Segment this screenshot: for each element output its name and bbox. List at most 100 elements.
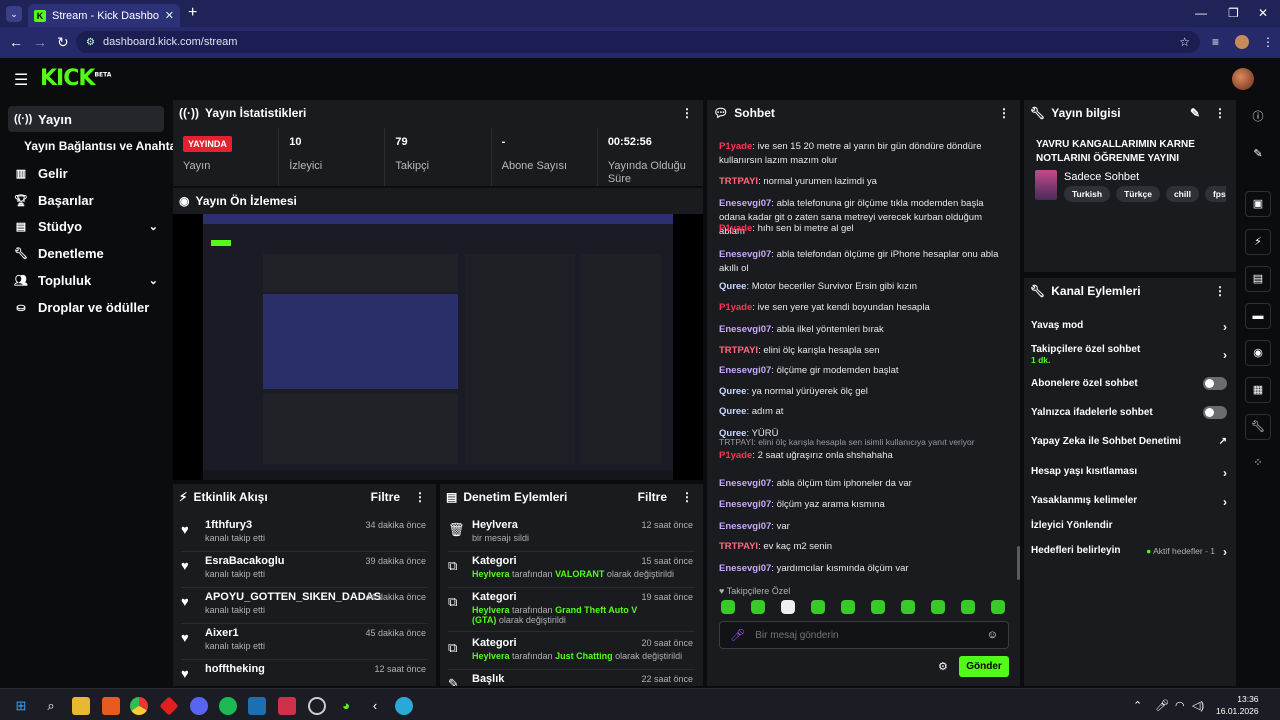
emoji-icon[interactable]: ☺ [987, 629, 998, 641]
action-account-age[interactable]: Hesap yaşı kısıtlaması › [1031, 466, 1227, 480]
tab-search-icon[interactable]: ⌄ [6, 6, 22, 22]
sidebar-item-denetleme[interactable]: 🔧︎ Denetleme [8, 240, 164, 266]
more-options-icon[interactable]: ⋮ [681, 490, 693, 504]
emote-icon[interactable] [931, 600, 945, 614]
reload-icon[interactable]: ↻ [57, 34, 69, 51]
chat-username[interactable]: P1yade [719, 450, 752, 461]
chat-username[interactable]: Enesevgi07 [719, 478, 771, 489]
layout-icon[interactable]: ▦ [1245, 377, 1271, 403]
new-tab-button[interactable]: + [188, 4, 197, 22]
subscribers-only-toggle[interactable] [1203, 377, 1227, 390]
more-options-icon[interactable]: ⋮ [414, 490, 426, 504]
action-followers-only[interactable]: Takipçilere özel sohbet 1 dk. › [1031, 344, 1227, 365]
item-name[interactable]: hofftheking [205, 663, 265, 675]
more-options-icon[interactable]: ⋮ [1214, 284, 1226, 298]
chat-scrollbar[interactable] [1017, 546, 1020, 580]
chat-username[interactable]: Enesevgi07 [719, 499, 771, 510]
chat-username[interactable]: Quree [719, 281, 746, 292]
stream-preview[interactable] [173, 214, 703, 480]
item-name[interactable]: APOYU_GOTTEN_SIKEN_DADAS [205, 591, 381, 603]
bookmark-star-icon[interactable]: ☆ [1179, 35, 1190, 49]
minimize-icon[interactable]: — [1195, 6, 1207, 20]
volume-icon[interactable]: ◁) [1192, 699, 1204, 712]
sidebar-item-topluluk[interactable]: 👥︎ Topluluk ⌄ [8, 267, 164, 293]
search-icon[interactable]: ⌕ [42, 697, 60, 715]
obs-icon[interactable] [308, 697, 326, 715]
item-name[interactable]: 1fthfury3 [205, 519, 265, 531]
sidebar-item-basarilar[interactable]: 🏆︎ Başarılar [8, 187, 164, 213]
address-bar[interactable]: ⚙ dashboard.kick.com/stream ☆ [76, 31, 1200, 53]
sidebar-item-stream-key[interactable]: Yayın Bağlantısı ve Anahtarı [18, 133, 184, 159]
wifi-icon[interactable]: ◠ [1175, 699, 1185, 712]
lightning-icon[interactable]: ⚡︎ [1245, 229, 1271, 255]
discord-icon[interactable] [190, 697, 208, 715]
document-icon[interactable]: ▤ [1245, 266, 1271, 292]
emote-icon[interactable] [991, 600, 1005, 614]
more-options-icon[interactable]: ⋮ [1214, 106, 1226, 120]
sidebar-item-droplar[interactable]: ⛀ Droplar ve ödüller [8, 294, 164, 320]
app-icon[interactable] [102, 697, 120, 715]
action-ai-moderation[interactable]: Yapay Zeka ile Sohbet Denetimi ↗ [1031, 436, 1227, 447]
app-icon[interactable] [278, 697, 296, 715]
chat-username[interactable]: Enesevgi07 [719, 521, 771, 532]
broadcast-icon[interactable]: ◉ [1245, 340, 1271, 366]
chat-input-box[interactable]: 🎤︎ ☺ [719, 621, 1009, 649]
filter-button[interactable]: Filtre [371, 490, 400, 504]
close-window-icon[interactable]: ✕ [1258, 6, 1268, 20]
wrench-icon[interactable]: 🔧︎ [1245, 414, 1271, 440]
mod-user[interactable]: Heylvera [472, 651, 510, 661]
kick-logo[interactable]: KICKBETA [40, 66, 111, 91]
file-explorer-icon[interactable] [72, 697, 90, 715]
emote-icon[interactable] [901, 600, 915, 614]
microphone-icon[interactable]: 🎤︎ [730, 628, 745, 642]
emote-icon[interactable] [721, 600, 735, 614]
edit-icon[interactable]: ✎ [1245, 142, 1271, 168]
category-value[interactable]: VALORANT [555, 569, 604, 579]
tag[interactable]: Turkish [1064, 186, 1111, 202]
app-icon[interactable]: ‹ [366, 697, 384, 715]
emote-only-toggle[interactable] [1203, 406, 1227, 419]
chat-username[interactable]: Quree [719, 406, 746, 417]
info-icon[interactable]: ⓘ [1245, 105, 1271, 131]
emote-icon[interactable] [871, 600, 885, 614]
chat-username[interactable]: Enesevgi07 [719, 198, 771, 209]
emote-icon[interactable] [841, 600, 855, 614]
chat-username[interactable]: Enesevgi07 [719, 365, 771, 376]
filter-button[interactable]: Filtre [638, 490, 667, 504]
back-icon[interactable]: ← [9, 34, 23, 50]
user-avatar[interactable] [1232, 68, 1254, 90]
apps-icon[interactable]: ⁘ [1245, 451, 1271, 477]
chat-settings-icon[interactable]: ⚙ [938, 660, 948, 673]
chat-username[interactable]: Quree [719, 386, 746, 397]
chat-username[interactable]: P1yade [719, 141, 752, 152]
tag[interactable]: Türkçe [1116, 186, 1160, 202]
emote-icon[interactable] [781, 600, 795, 614]
item-name[interactable]: EsraBacakoglu [205, 555, 284, 567]
chat-username[interactable]: Enesevgi07 [719, 563, 771, 574]
edit-icon[interactable]: ✎ [1190, 106, 1200, 120]
item-name[interactable]: Aixer1 [205, 627, 265, 639]
browser-menu-icon[interactable]: ⋮ [1262, 35, 1274, 49]
menu-icon[interactable]: ☰ [14, 70, 28, 90]
maximize-icon[interactable]: ❐ [1228, 6, 1239, 20]
category-value[interactable]: Just Chatting [555, 651, 613, 661]
forward-icon[interactable]: → [33, 34, 47, 50]
chat-username[interactable]: Enesevgi07 [719, 249, 771, 260]
windows-start-icon[interactable]: ⊞ [12, 697, 30, 715]
spotify-icon[interactable] [219, 697, 237, 715]
app-icon[interactable] [159, 696, 179, 716]
chat-username[interactable]: TRTPAYI [719, 345, 758, 356]
item-name[interactable]: Heylvera [472, 519, 529, 531]
chat-username[interactable]: TRTPAYI [719, 176, 758, 187]
app-icon[interactable]: ◕ [337, 697, 355, 715]
emote-icon[interactable] [751, 600, 765, 614]
microphone-icon[interactable]: 🎤︎ [1155, 699, 1169, 712]
photos-icon[interactable] [248, 697, 266, 715]
more-options-icon[interactable]: ⋮ [998, 106, 1010, 120]
mod-user[interactable]: Heylvera [472, 605, 510, 615]
emote-icon[interactable] [961, 600, 975, 614]
send-button[interactable]: Gönder [959, 656, 1009, 677]
chrome-icon[interactable] [130, 697, 148, 715]
action-raid[interactable]: İzleyici Yönlendir [1031, 520, 1227, 531]
browser-tab[interactable]: K Stream - Kick Dashboard ✕ [28, 4, 180, 27]
